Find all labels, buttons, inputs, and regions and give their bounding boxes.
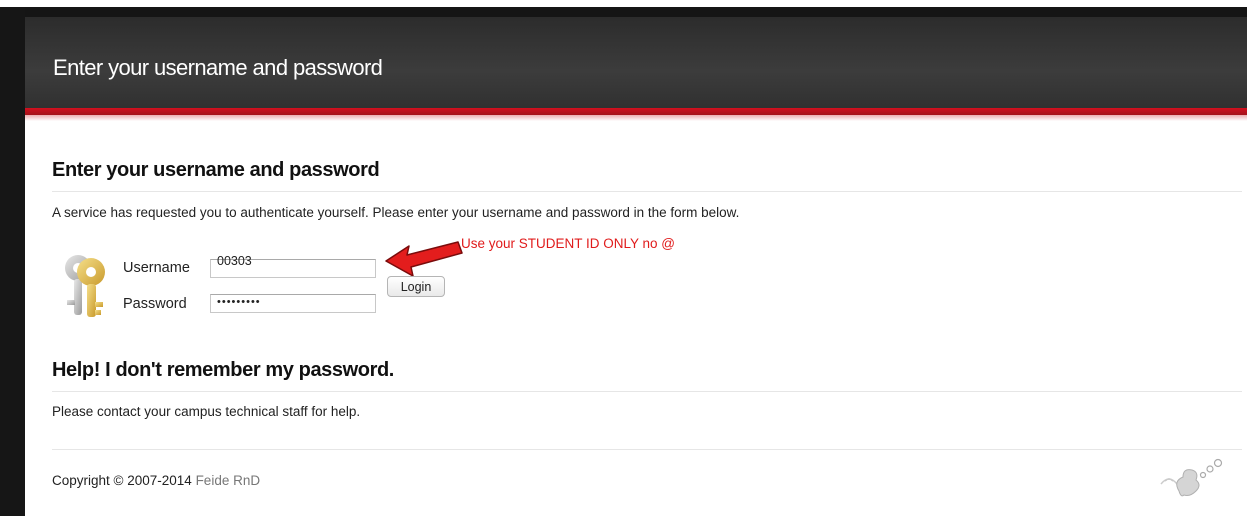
- page-header: Enter your username and password: [25, 17, 1247, 108]
- copyright-text: Copyright © 2007-2014: [52, 473, 192, 488]
- footer-divider: [52, 449, 1242, 450]
- password-input[interactable]: •••••••••: [210, 294, 376, 313]
- help-text: Please contact your campus technical sta…: [52, 404, 361, 419]
- top-edge: [0, 0, 1247, 7]
- username-input[interactable]: 00303: [210, 254, 376, 278]
- intro-text: A service has requested you to authentic…: [52, 205, 740, 220]
- footer-copyright: Copyright © 2007-2014 Feide RnD: [52, 473, 260, 488]
- feide-rnd-link[interactable]: Feide RnD: [196, 473, 261, 488]
- username-value: 00303: [217, 254, 252, 268]
- main-content: Enter your username and password A servi…: [25, 121, 1247, 516]
- keys-icon: [65, 255, 105, 317]
- username-label: Username: [123, 260, 190, 276]
- header-accent-bar: [25, 108, 1247, 115]
- divider: [52, 391, 1242, 392]
- login-button[interactable]: Login: [387, 276, 445, 297]
- feide-logo-icon: [1160, 458, 1223, 497]
- top-dark-strip: [25, 7, 1247, 17]
- divider: [52, 191, 1242, 192]
- student-id-annotation: Use your STUDENT ID ONLY no @: [461, 236, 676, 251]
- login-heading: Enter your username and password: [52, 159, 380, 181]
- password-value: •••••••••: [217, 296, 261, 308]
- left-dark-bar: [0, 7, 25, 516]
- password-label: Password: [123, 296, 187, 312]
- header-title: Enter your username and password: [53, 55, 383, 80]
- help-heading: Help! I don't remember my password.: [52, 359, 394, 381]
